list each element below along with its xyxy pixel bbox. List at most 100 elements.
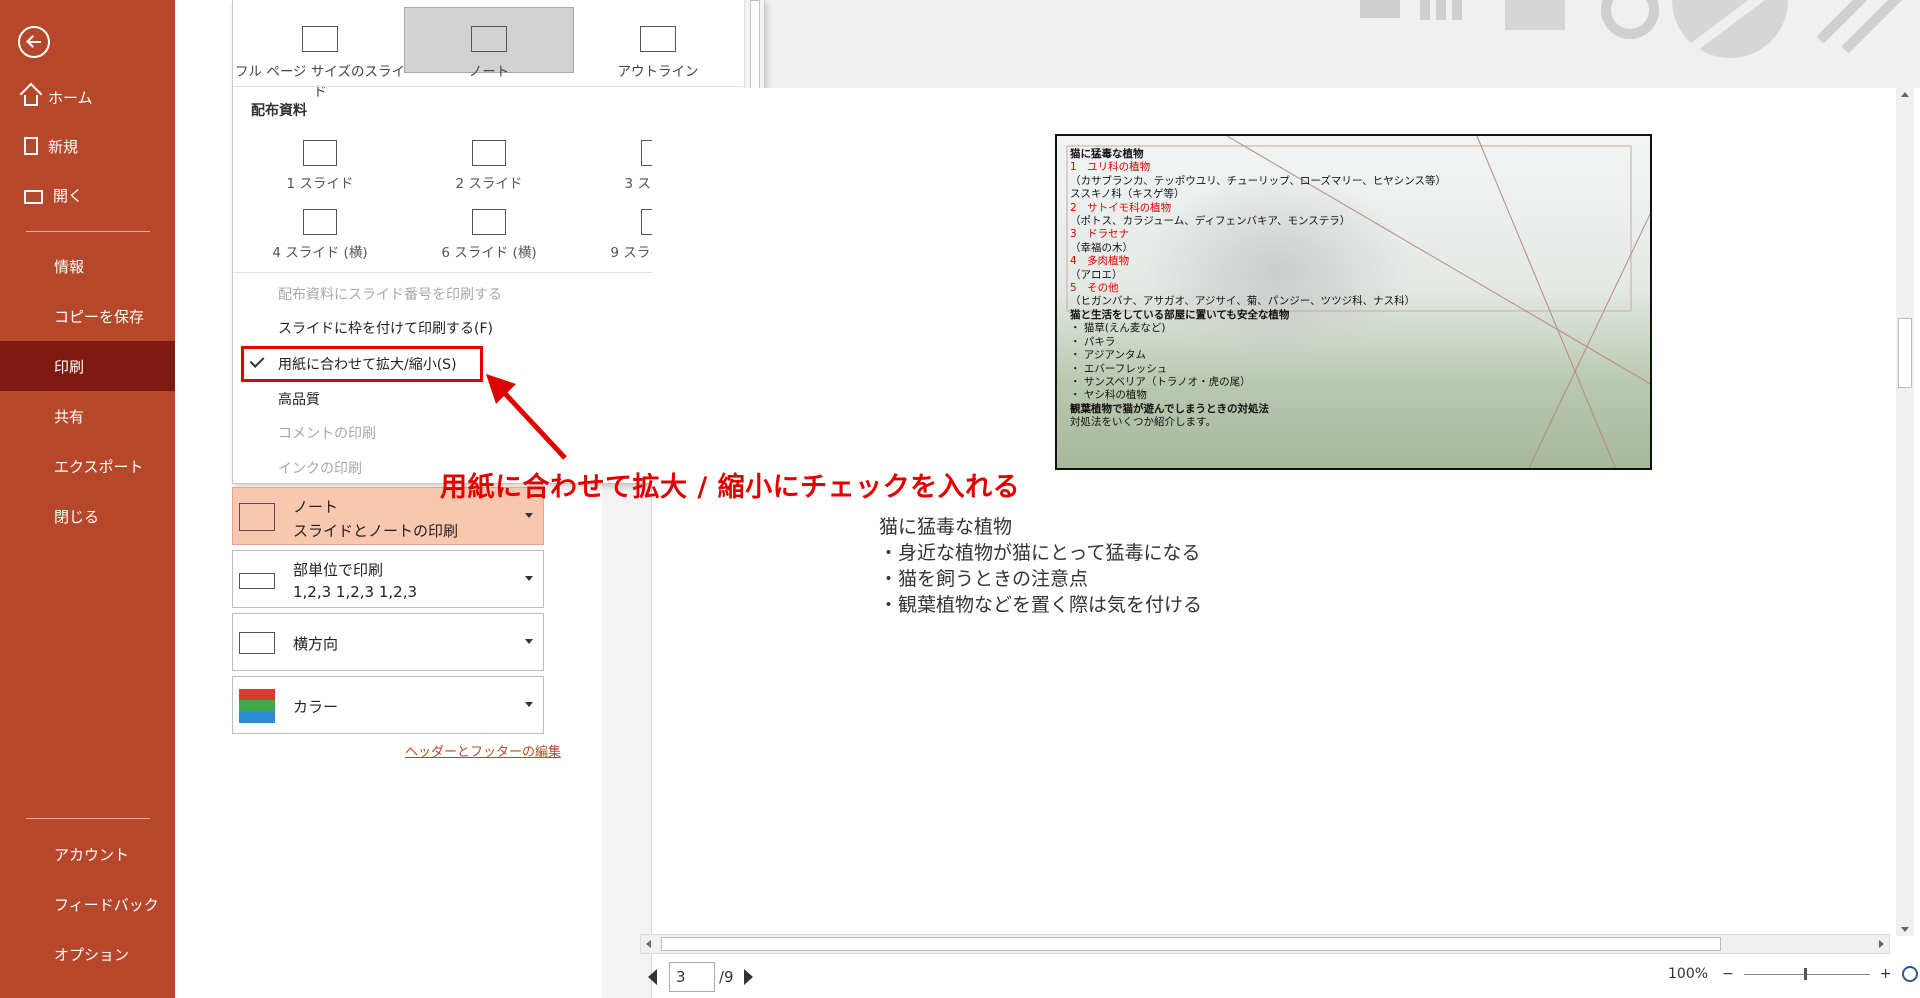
handout-6-slides-horizontal[interactable]: 6 スライド (横) bbox=[404, 203, 574, 263]
setting-main-label: カラー bbox=[293, 698, 339, 716]
slide-text-line: 5 その他 bbox=[1070, 282, 1119, 295]
layout-notes[interactable]: ノート bbox=[404, 7, 574, 80]
nav-divider bbox=[26, 231, 150, 232]
slide-text-line: 対処法をいくつか紹介します。 bbox=[1070, 416, 1216, 429]
zoom-control: 100% − + bbox=[1668, 966, 1918, 982]
slide-text-line: ・ ヤシ科の植物 bbox=[1070, 389, 1147, 402]
nav-item-home[interactable]: ホーム bbox=[0, 72, 175, 122]
zoom-out-button[interactable]: − bbox=[1722, 966, 1734, 982]
zoom-level: 100% bbox=[1668, 966, 1709, 982]
folder-open-icon bbox=[24, 190, 43, 204]
handout-1-slide[interactable]: 1 スライド bbox=[235, 134, 405, 194]
current-page-input[interactable] bbox=[669, 962, 715, 992]
handout-4-slides-horizontal[interactable]: 4 スライド (横) bbox=[235, 203, 405, 263]
chevron-down-icon bbox=[525, 576, 533, 581]
back-arrow-icon[interactable] bbox=[18, 26, 50, 58]
annotation-callout: 用紙に合わせて拡大 / 縮小にチェックを入れる bbox=[440, 472, 1021, 503]
nav-item-share[interactable]: 共有 bbox=[0, 391, 175, 441]
slide-text-content: 猫に猛毒な植物 1 ユリ科の植物 （カサブランカ、テッポウユリ、チューリップ、ローズ… bbox=[1070, 148, 1446, 430]
orientation-selector[interactable]: 横方向 bbox=[232, 613, 544, 671]
nav-item-print[interactable]: 印刷 bbox=[0, 341, 175, 391]
option-frame-slides[interactable]: スライドに枠を付けて印刷する(F) bbox=[278, 318, 493, 338]
nav-item-label: アカウント bbox=[54, 845, 130, 864]
nav-item-label: 情報 bbox=[54, 257, 85, 276]
nav-item-save-copy[interactable]: コピーを保存 bbox=[0, 291, 175, 341]
collate-selector[interactable]: 部単位で印刷 1,2,3 1,2,3 1,2,3 bbox=[232, 550, 544, 608]
zoom-slider-handle[interactable] bbox=[1803, 967, 1807, 980]
scroll-down-icon[interactable] bbox=[1901, 927, 1909, 932]
nav-item-label: ホーム bbox=[48, 88, 93, 107]
nav-divider bbox=[26, 818, 150, 819]
preview-horizontal-scrollbar[interactable] bbox=[640, 934, 1890, 954]
option-scale-to-fit-paper[interactable]: 用紙に合わせて拡大/縮小(S) bbox=[278, 354, 457, 374]
dropdown-divider bbox=[233, 86, 743, 87]
slide-text-line: （カサブランカ、テッポウユリ、チューリップ、ローズマリー、ヒヤシンス等） bbox=[1070, 174, 1447, 187]
nav-item-label: エクスポート bbox=[54, 457, 144, 476]
nav-item-label: 印刷 bbox=[54, 357, 85, 376]
nav-item-options[interactable]: オプション bbox=[0, 929, 175, 979]
nav-item-label: 新規 bbox=[48, 137, 79, 156]
slide-text-line: ・ アジアンタム bbox=[1070, 349, 1146, 362]
notes-line: ・身近な植物が猫にとって猛毒になる bbox=[879, 542, 1201, 564]
scroll-right-icon[interactable] bbox=[1879, 940, 1884, 948]
nav-item-export[interactable]: エクスポート bbox=[0, 441, 175, 491]
slide-text-line: （アロエ） bbox=[1070, 268, 1123, 281]
setting-main-label: 横方向 bbox=[293, 635, 339, 653]
preview-vertical-scrollbar[interactable] bbox=[1896, 88, 1914, 936]
zoom-in-button[interactable]: + bbox=[1880, 966, 1892, 982]
scroll-up-icon[interactable] bbox=[1901, 92, 1909, 97]
notes-page-icon bbox=[239, 503, 275, 531]
slide-text-line: 2 サトイモ科の植物 bbox=[1070, 201, 1172, 214]
annotation-arrow bbox=[486, 374, 567, 460]
option-high-quality[interactable]: 高品質 bbox=[278, 389, 320, 409]
nav-item-label: 共有 bbox=[54, 407, 85, 426]
color-selector[interactable]: カラー bbox=[232, 676, 544, 734]
total-pages-label: /9 bbox=[719, 968, 734, 986]
layout-option-label: アウトライン bbox=[617, 64, 699, 80]
notes-line: ・猫を飼うときの注意点 bbox=[879, 568, 1089, 590]
new-document-icon bbox=[24, 137, 38, 155]
chevron-down-icon bbox=[525, 513, 533, 518]
layout-full-page-slides[interactable]: フル ページ サイズのスライド bbox=[235, 8, 405, 100]
scroll-left-icon[interactable] bbox=[646, 940, 651, 948]
speaker-notes: 猫に猛毒な植物・身近な植物が猫にとって猛毒になる ・猫を飼うときの注意点・観葉植物… bbox=[879, 514, 1202, 618]
edit-header-footer-link[interactable]: ヘッダーとフッターの編集 bbox=[405, 741, 561, 760]
handout-1-slide-icon bbox=[303, 140, 337, 166]
slide-text-line: （ポトス、カラジューム、ディフェンバキア、モンステラ） bbox=[1070, 215, 1351, 228]
page-navigator: /9 bbox=[648, 962, 753, 992]
nav-item-info[interactable]: 情報 bbox=[0, 241, 175, 291]
slide-text-line: 猫と生活をしている部屋に置いても安全な植物 bbox=[1070, 308, 1290, 321]
vertical-scrollbar-thumb[interactable] bbox=[1898, 318, 1912, 388]
slide-text-line: （幸福の木） bbox=[1070, 241, 1133, 254]
fit-to-window-icon[interactable] bbox=[1901, 966, 1918, 982]
notes-line: ・観葉植物などを置く際は気を付ける bbox=[879, 594, 1203, 616]
nav-item-close[interactable]: 閉じる bbox=[0, 491, 175, 541]
zoom-slider[interactable] bbox=[1743, 967, 1870, 980]
previous-page-icon[interactable] bbox=[648, 969, 657, 985]
option-print-ink: インクの印刷 bbox=[278, 461, 362, 477]
layout-outline[interactable]: アウトライン bbox=[573, 8, 743, 80]
slide-text-line: ・ エバーフレッシュ bbox=[1070, 362, 1168, 375]
notes-page-icon bbox=[471, 26, 507, 52]
setting-main-label: ノート bbox=[293, 498, 339, 516]
nav-item-label: 開く bbox=[53, 186, 84, 205]
slide-text-line: 3 ドラセナ bbox=[1070, 228, 1130, 241]
nav-item-new[interactable]: 新規 bbox=[0, 121, 175, 171]
handout-option-label: 2 スライド bbox=[455, 176, 523, 192]
nav-item-open[interactable]: 開く bbox=[0, 170, 175, 220]
notes-line: 猫に猛毒な植物 bbox=[879, 516, 1013, 538]
horizontal-scrollbar-thumb[interactable] bbox=[661, 937, 1721, 951]
slide-text-line: ススキノ科（キスゲ等） bbox=[1070, 188, 1185, 201]
outline-icon bbox=[640, 26, 676, 52]
handout-2-slides[interactable]: 2 スライド bbox=[404, 134, 574, 194]
next-page-icon[interactable] bbox=[743, 969, 753, 985]
slide-text-line: 観葉植物で猫が遊んでしまうときの対処法 bbox=[1070, 402, 1269, 415]
landscape-page-icon bbox=[239, 632, 275, 654]
nav-item-feedback[interactable]: フィードバック bbox=[0, 879, 175, 929]
handout-4-slides-icon bbox=[303, 209, 337, 235]
nav-item-account[interactable]: アカウント bbox=[0, 829, 175, 879]
collate-icon bbox=[239, 573, 275, 589]
layout-option-label: ノート bbox=[468, 64, 510, 80]
color-swatch-icon bbox=[239, 689, 275, 723]
slide-text-line: 1 ユリ科の植物 bbox=[1070, 161, 1151, 174]
